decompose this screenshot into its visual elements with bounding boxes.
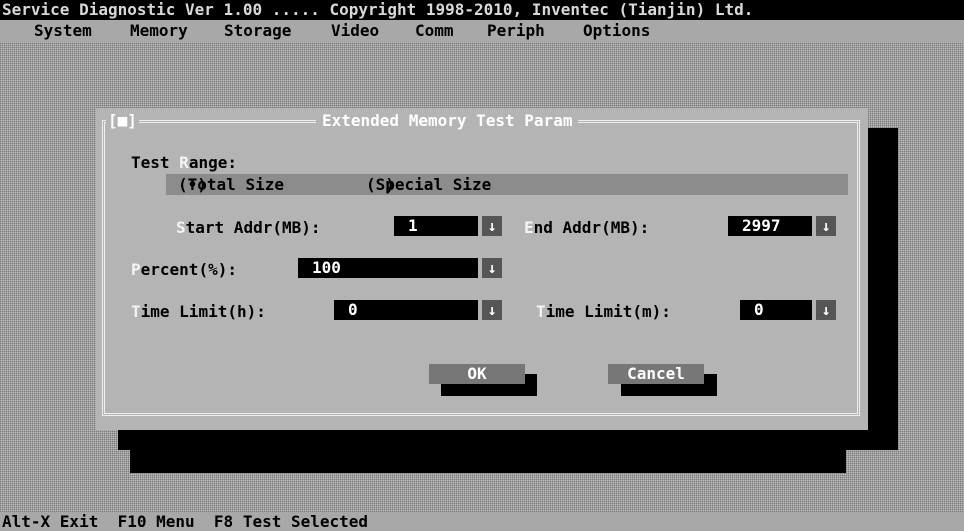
radio-total-size[interactable]: (•) Total Size	[178, 174, 284, 195]
menu-comm[interactable]: Comm	[415, 20, 454, 42]
menu-options[interactable]: Options	[583, 20, 650, 42]
end-addr-input[interactable]: 2997	[728, 216, 812, 236]
menu-video[interactable]: Video	[331, 20, 379, 42]
test-range-radio-group: (•) Total Size ( ) Special Size	[166, 174, 848, 195]
time-limit-minutes-input[interactable]: 0	[740, 300, 812, 320]
menu-periph[interactable]: Periph	[487, 20, 545, 42]
time-limit-hours-dropdown-icon[interactable]: ↓	[482, 300, 502, 320]
app-title-bar: Service Diagnostic Ver 1.00 ..... Copyri…	[0, 0, 964, 20]
time-limit-hours-label: Time Limit(h):	[131, 302, 266, 321]
end-addr-dropdown-icon[interactable]: ↓	[816, 216, 836, 236]
start-addr-dropdown-icon[interactable]: ↓	[482, 216, 502, 236]
dialog-close-button[interactable]: [■]	[106, 111, 139, 130]
percent-label: Percent(%):	[131, 260, 237, 279]
percent-dropdown-icon[interactable]: ↓	[482, 258, 502, 278]
extended-memory-test-dialog: [■] Extended Memory Test Param Test Rang…	[96, 108, 868, 430]
start-addr-input[interactable]: 1	[394, 216, 478, 236]
test-range-label: Test Range:	[131, 153, 237, 172]
time-limit-minutes-label: Time Limit(m):	[536, 302, 671, 321]
dialog-title: Extended Memory Test Param	[316, 111, 579, 130]
cancel-button[interactable]: Cancel	[608, 364, 704, 384]
status-bar: Alt-X Exit F10 Menu F8 Test Selected	[0, 512, 964, 531]
percent-input[interactable]: 100	[298, 258, 478, 278]
time-limit-hours-input[interactable]: 0	[334, 300, 478, 320]
dialog-shadow-bottom-lower	[130, 448, 846, 473]
ok-button[interactable]: OK	[429, 364, 525, 384]
end-addr-label: End Addr(MB):	[524, 218, 650, 237]
radio-special-size[interactable]: ( ) Special Size	[366, 174, 491, 195]
menu-storage[interactable]: Storage	[224, 20, 291, 42]
menu-memory[interactable]: Memory	[130, 20, 188, 42]
start-addr-label: Start Addr(MB):	[176, 218, 321, 237]
menu-system[interactable]: System	[34, 20, 92, 42]
menu-bar: System Memory Storage Video Comm Periph …	[0, 20, 964, 42]
dialog-shadow	[864, 128, 898, 450]
time-limit-minutes-dropdown-icon[interactable]: ↓	[816, 300, 836, 320]
